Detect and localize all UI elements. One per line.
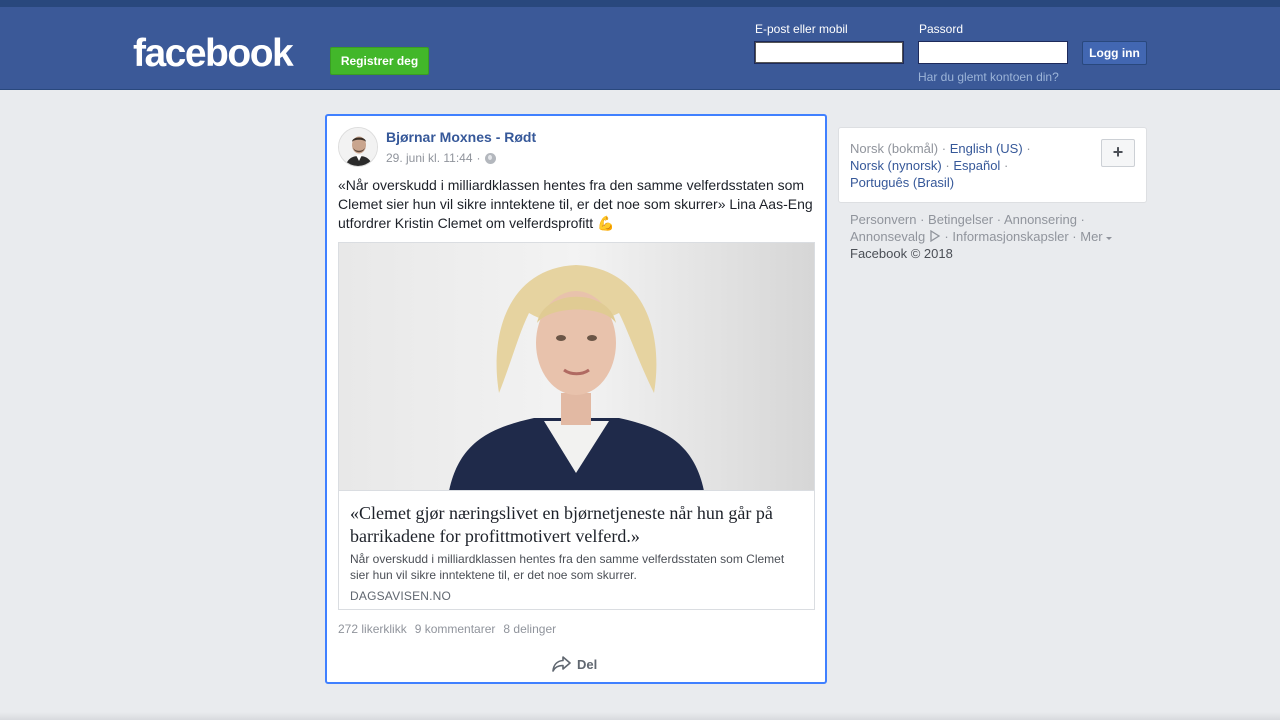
language-selector: Norsk (bokmål) · English (US) · Norsk (n… [838, 127, 1147, 203]
link-title[interactable]: «Clemet gjør næringslivet en bjørnetjene… [350, 502, 800, 548]
login-button[interactable]: Logg inn [1082, 41, 1147, 65]
current-language: Norsk (bokmål) [850, 141, 939, 156]
language-line-2: Norsk (nynorsk) · Español · [850, 157, 1008, 174]
language-espanol[interactable]: Español [953, 158, 1000, 173]
post-card: Bjørnar Moxnes - Rødt 29. juni kl. 11:44… [325, 114, 827, 684]
post-stats: 272 likerklikk 9 kommentarer 8 delinger [338, 622, 556, 636]
email-field[interactable] [754, 41, 904, 64]
top-bar: facebook Registrer deg E-post eller mobi… [0, 0, 1280, 90]
language-line-3: Português (Brasil) [850, 174, 954, 191]
top-stripe [0, 0, 1280, 7]
lang-separator: · [1003, 158, 1009, 173]
author-avatar[interactable] [338, 127, 378, 167]
share-icon [552, 656, 571, 672]
globe-icon [484, 152, 496, 164]
footer-link-annonsevalg[interactable]: Annonsevalg [850, 229, 925, 244]
link-domain: DAGSAVISEN.NO [350, 589, 452, 603]
link-preview-image[interactable] [339, 243, 814, 491]
post-text: «Når overskudd i milliardklassen hentes … [338, 177, 813, 231]
meta-separator: · [476, 151, 481, 165]
password-field[interactable] [918, 41, 1068, 64]
password-label: Passord [919, 22, 964, 36]
add-language-button[interactable]: + [1101, 139, 1135, 167]
language-english-us[interactable]: English (US) [950, 141, 1023, 156]
lang-separator: · [1026, 141, 1031, 156]
footer-links: Personvern · Betingelser · Annonsering ·… [850, 211, 1140, 262]
post-author-link[interactable]: Bjørnar Moxnes - Rødt [386, 129, 536, 145]
share-button[interactable]: Del [552, 654, 597, 674]
caret-down-icon [1106, 237, 1113, 240]
language-norsk-nynorsk[interactable]: Norsk (nynorsk) [850, 158, 942, 173]
likes-count[interactable]: 272 likerklikk [338, 622, 407, 636]
share-label: Del [577, 656, 598, 672]
footer-link-personvern[interactable]: Personvern [850, 212, 916, 227]
footer-copyright: Facebook © 2018 [850, 246, 953, 261]
post-meta: 29. juni kl. 11:44 · [386, 151, 496, 165]
lang-separator: · [945, 158, 950, 173]
language-line-1: Norsk (bokmål) · English (US) · [850, 140, 1031, 157]
post-timestamp[interactable]: 29. juni kl. 11:44 [386, 151, 473, 165]
forgot-account-link[interactable]: Har du glemt kontoen din? [918, 70, 1059, 84]
language-portugues-brasil[interactable]: Português (Brasil) [850, 175, 954, 190]
comments-count[interactable]: 9 kommentarer [415, 622, 496, 636]
facebook-logo[interactable]: facebook [133, 34, 294, 74]
footer-link-betingelser[interactable]: Betingelser [928, 212, 993, 227]
footer-link-mer[interactable]: Mer [1080, 229, 1102, 244]
footer-link-informasjonskapsler[interactable]: Informasjonskapsler [952, 229, 1068, 244]
lang-separator: · [941, 141, 947, 156]
bottom-edge [0, 712, 1280, 720]
link-description: Når overskudd i milliardklassen hentes f… [350, 552, 785, 582]
adchoices-icon [930, 229, 941, 243]
email-label: E-post eller mobil [755, 22, 848, 36]
footer-link-annonsering[interactable]: Annonsering [1004, 212, 1077, 227]
register-button[interactable]: Registrer deg [330, 47, 429, 75]
link-preview[interactable]: «Clemet gjør næringslivet en bjørnetjene… [338, 242, 815, 610]
shares-count[interactable]: 8 delinger [503, 622, 556, 636]
